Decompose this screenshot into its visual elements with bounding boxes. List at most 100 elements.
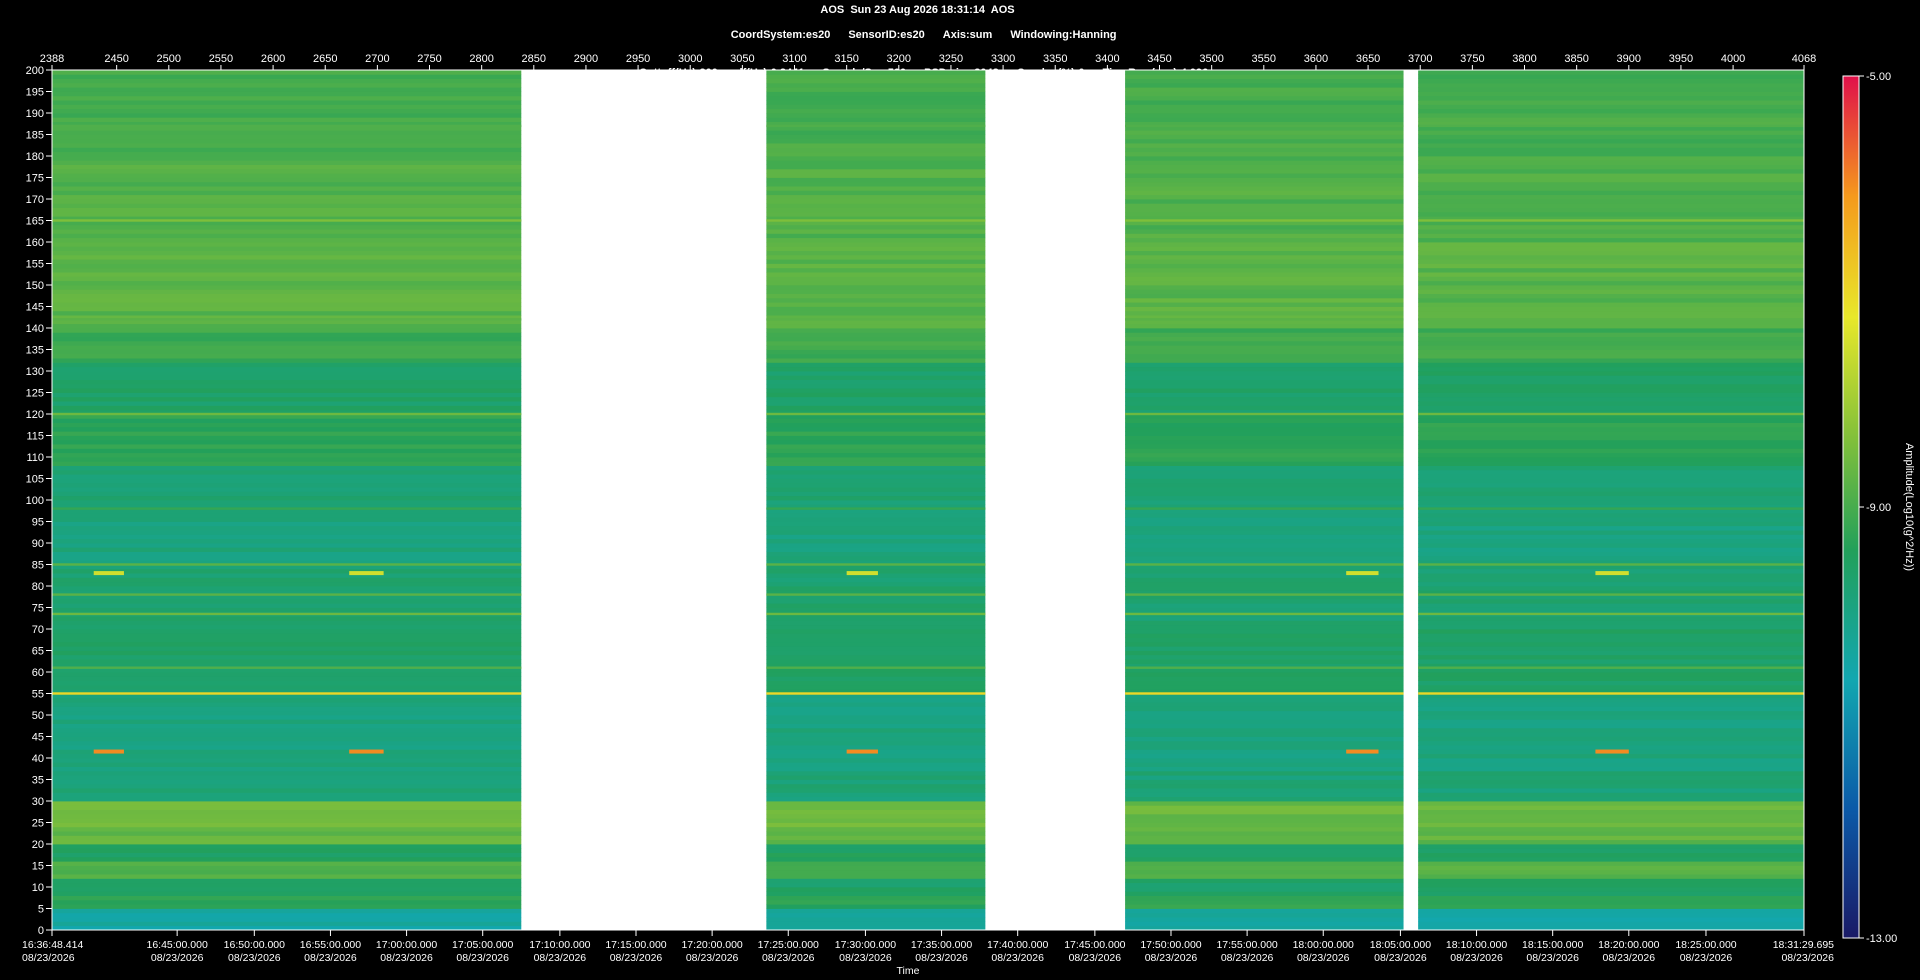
heatmap-band xyxy=(52,272,522,277)
heatmap-band xyxy=(766,469,986,475)
heatmap-band xyxy=(52,586,522,591)
heatmap-band xyxy=(1125,702,1404,707)
heatmap-band xyxy=(1418,684,1804,690)
heatmap-band xyxy=(766,285,986,290)
heatmap-band xyxy=(1125,392,1404,398)
heatmap-band xyxy=(1418,646,1804,651)
heatmap-band xyxy=(1125,641,1404,647)
heatmap-band xyxy=(766,792,986,798)
heatmap-band xyxy=(1125,586,1404,591)
heatmap-band xyxy=(52,624,522,630)
spectral-line xyxy=(766,318,986,321)
heatmap-band xyxy=(52,306,522,312)
spectral-line xyxy=(1125,612,1404,616)
heatmap-band xyxy=(1418,676,1804,681)
heatmap-band xyxy=(766,418,986,423)
heatmap-band xyxy=(1125,289,1404,294)
heatmap-band xyxy=(1125,302,1404,307)
heatmap-band xyxy=(52,865,522,871)
heatmap-band xyxy=(1125,280,1404,286)
heatmap-band xyxy=(1125,173,1404,178)
heatmap-band xyxy=(1418,435,1804,441)
heatmap-band xyxy=(766,745,986,750)
heatmap-band xyxy=(766,547,986,552)
heatmap-band xyxy=(766,130,986,135)
heatmap-band xyxy=(1418,164,1804,170)
heatmap-band xyxy=(1418,762,1804,767)
heatmap-band xyxy=(766,401,986,406)
heatmap-band xyxy=(766,353,986,359)
heatmap-band xyxy=(52,775,522,780)
heatmap-band xyxy=(52,276,522,282)
heatmap-band xyxy=(52,147,522,153)
heatmap-band xyxy=(52,646,522,651)
x-tick-date: 08/23/2026 xyxy=(22,952,75,964)
heatmap-band xyxy=(52,530,522,535)
heatmap-band xyxy=(1418,134,1804,140)
y-tick-label: 85 xyxy=(32,560,44,572)
heatmap-band xyxy=(766,719,986,724)
heatmap-band xyxy=(1418,439,1804,445)
heatmap-band xyxy=(52,237,522,243)
heatmap-band xyxy=(1418,457,1804,462)
heatmap-band xyxy=(766,113,986,118)
heatmap-band xyxy=(1418,379,1804,385)
heatmap-band xyxy=(1418,770,1804,776)
heatmap-band xyxy=(766,710,986,716)
spectral-line xyxy=(766,124,986,128)
heatmap-band xyxy=(1418,130,1804,135)
heatmap-band xyxy=(52,723,522,729)
top-tick-label: 3900 xyxy=(1617,53,1641,65)
heatmap-band xyxy=(1418,495,1804,501)
heatmap-band xyxy=(1418,160,1804,165)
x-tick-date: 08/23/2026 xyxy=(1680,952,1733,964)
x-tick-time: 17:55:00.000 xyxy=(1216,939,1277,951)
top-tick-label: 3550 xyxy=(1252,53,1276,65)
heatmap-band xyxy=(766,650,986,656)
y-tick-label: 170 xyxy=(26,194,44,206)
spectral-line xyxy=(52,593,522,596)
heatmap-band xyxy=(766,336,986,342)
heatmap-band xyxy=(52,332,522,337)
heatmap-band xyxy=(766,237,986,243)
heatmap-band xyxy=(1125,620,1404,626)
heatmap-band xyxy=(766,891,986,896)
heatmap-band xyxy=(1418,482,1804,488)
heatmap-band xyxy=(52,362,522,368)
event-blip xyxy=(349,749,384,754)
heatmap-band xyxy=(52,285,522,290)
heatmap-band xyxy=(52,465,522,471)
heatmap-band xyxy=(766,452,986,458)
top-tick-label: 3100 xyxy=(782,53,806,65)
heatmap-band xyxy=(1125,246,1404,251)
heatmap-band xyxy=(766,581,986,587)
heatmap-band xyxy=(1418,246,1804,251)
x-tick-time: 18:31:29.695 xyxy=(1773,939,1834,951)
heatmap-band xyxy=(1418,190,1804,196)
heatmap-band xyxy=(52,831,522,836)
heatmap-band xyxy=(1125,753,1404,759)
x-tick-date: 08/23/2026 xyxy=(762,952,815,964)
heatmap-band xyxy=(52,534,522,540)
heatmap-band xyxy=(1418,878,1804,884)
heatmap-band xyxy=(1125,801,1404,806)
heatmap-band xyxy=(766,616,986,621)
heatmap-band xyxy=(1125,710,1404,716)
heatmap-band xyxy=(1125,242,1404,247)
heatmap-band xyxy=(766,672,986,677)
heatmap-band xyxy=(766,332,986,337)
y-tick-label: 135 xyxy=(26,345,44,357)
heatmap-band xyxy=(52,633,522,638)
heatmap-band xyxy=(1125,87,1404,92)
event-blip xyxy=(846,749,878,754)
heatmap-band xyxy=(766,78,986,84)
top-tick-label: 4068 xyxy=(1792,53,1816,65)
x-tick-date: 08/23/2026 xyxy=(1221,952,1274,964)
heatmap-band xyxy=(1418,525,1804,531)
heatmap-band xyxy=(52,844,522,849)
heatmap-band xyxy=(52,650,522,656)
x-tick-date: 08/23/2026 xyxy=(915,952,968,964)
heatmap-band xyxy=(52,736,522,742)
heatmap-band xyxy=(1418,332,1804,337)
event-blip xyxy=(1346,571,1379,576)
